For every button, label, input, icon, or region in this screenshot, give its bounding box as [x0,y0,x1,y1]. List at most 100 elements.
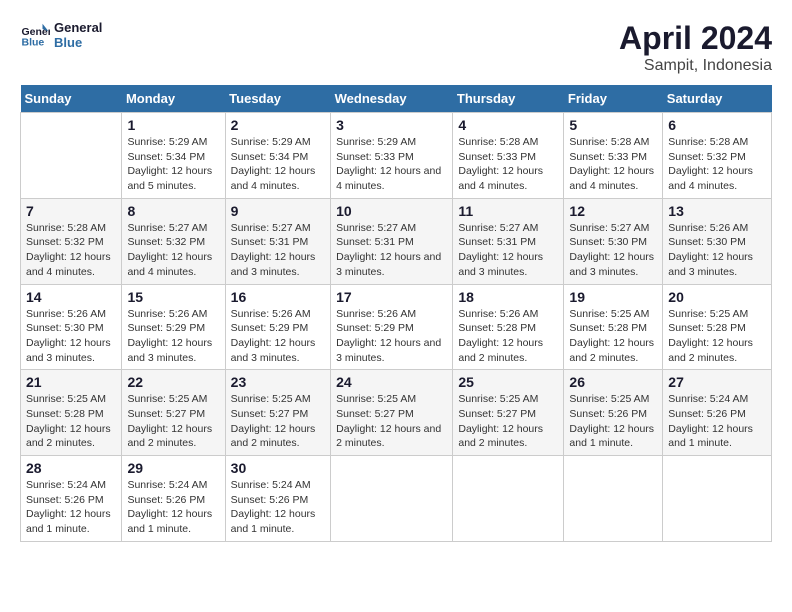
day-number: 6 [668,117,766,133]
day-info: Sunrise: 5:26 AM Sunset: 5:30 PM Dayligh… [26,307,116,366]
day-number: 2 [231,117,325,133]
day-number: 17 [336,289,447,305]
week-row-3: 14 Sunrise: 5:26 AM Sunset: 5:30 PM Dayli… [21,284,772,370]
week-row-4: 21 Sunrise: 5:25 AM Sunset: 5:28 PM Dayli… [21,370,772,456]
day-info: Sunrise: 5:25 AM Sunset: 5:28 PM Dayligh… [668,307,766,366]
day-number: 13 [668,203,766,219]
day-cell: 21 Sunrise: 5:25 AM Sunset: 5:28 PM Dayli… [21,370,122,456]
day-cell [564,456,663,542]
day-number: 8 [127,203,219,219]
day-info: Sunrise: 5:26 AM Sunset: 5:30 PM Dayligh… [668,221,766,280]
day-info: Sunrise: 5:27 AM Sunset: 5:32 PM Dayligh… [127,221,219,280]
day-number: 16 [231,289,325,305]
day-cell [21,113,122,199]
day-info: Sunrise: 5:27 AM Sunset: 5:31 PM Dayligh… [458,221,558,280]
day-number: 14 [26,289,116,305]
day-number: 29 [127,460,219,476]
day-number: 18 [458,289,558,305]
day-number: 22 [127,374,219,390]
day-number: 11 [458,203,558,219]
day-info: Sunrise: 5:24 AM Sunset: 5:26 PM Dayligh… [127,478,219,537]
column-header-tuesday: Tuesday [225,85,330,113]
week-row-2: 7 Sunrise: 5:28 AM Sunset: 5:32 PM Daylig… [21,198,772,284]
day-cell: 8 Sunrise: 5:27 AM Sunset: 5:32 PM Daylig… [122,198,225,284]
day-number: 19 [569,289,657,305]
day-number: 24 [336,374,447,390]
day-cell: 25 Sunrise: 5:25 AM Sunset: 5:27 PM Dayli… [453,370,564,456]
day-info: Sunrise: 5:25 AM Sunset: 5:27 PM Dayligh… [231,392,325,451]
day-cell: 29 Sunrise: 5:24 AM Sunset: 5:26 PM Dayli… [122,456,225,542]
day-cell: 20 Sunrise: 5:25 AM Sunset: 5:28 PM Dayli… [663,284,772,370]
day-cell: 19 Sunrise: 5:25 AM Sunset: 5:28 PM Dayli… [564,284,663,370]
day-cell: 12Sunrise: 5:27 AM Sunset: 5:30 PM Dayli… [564,198,663,284]
day-info: Sunrise: 5:26 AM Sunset: 5:29 PM Dayligh… [231,307,325,366]
logo: General Blue General Blue [20,20,102,50]
day-info: Sunrise: 5:28 AM Sunset: 5:33 PM Dayligh… [458,135,558,194]
day-number: 26 [569,374,657,390]
day-cell: 28 Sunrise: 5:24 AM Sunset: 5:26 PM Dayli… [21,456,122,542]
column-header-monday: Monday [122,85,225,113]
column-header-sunday: Sunday [21,85,122,113]
day-cell [331,456,453,542]
column-header-friday: Friday [564,85,663,113]
header-row: SundayMondayTuesdayWednesdayThursdayFrid… [21,85,772,113]
day-cell: 11 Sunrise: 5:27 AM Sunset: 5:31 PM Dayli… [453,198,564,284]
day-info: Sunrise: 5:24 AM Sunset: 5:26 PM Dayligh… [26,478,116,537]
day-number: 20 [668,289,766,305]
day-info: Sunrise: 5:24 AM Sunset: 5:26 PM Dayligh… [231,478,325,537]
day-cell: 9Sunrise: 5:27 AM Sunset: 5:31 PM Daylig… [225,198,330,284]
column-header-thursday: Thursday [453,85,564,113]
day-info: Sunrise: 5:25 AM Sunset: 5:27 PM Dayligh… [336,392,447,451]
day-info: Sunrise: 5:26 AM Sunset: 5:29 PM Dayligh… [127,307,219,366]
day-number: 5 [569,117,657,133]
day-info: Sunrise: 5:28 AM Sunset: 5:32 PM Dayligh… [668,135,766,194]
day-info: Sunrise: 5:25 AM Sunset: 5:28 PM Dayligh… [569,307,657,366]
column-header-saturday: Saturday [663,85,772,113]
day-cell: 7 Sunrise: 5:28 AM Sunset: 5:32 PM Daylig… [21,198,122,284]
day-number: 9 [231,203,325,219]
day-cell: 10Sunrise: 5:27 AM Sunset: 5:31 PM Dayli… [331,198,453,284]
day-number: 28 [26,460,116,476]
title-block: April 2024 Sampit, Indonesia [619,20,772,75]
day-cell: 3Sunrise: 5:29 AM Sunset: 5:33 PM Daylig… [331,113,453,199]
day-number: 27 [668,374,766,390]
day-number: 25 [458,374,558,390]
svg-text:Blue: Blue [22,37,45,49]
day-info: Sunrise: 5:28 AM Sunset: 5:33 PM Dayligh… [569,135,657,194]
day-info: Sunrise: 5:24 AM Sunset: 5:26 PM Dayligh… [668,392,766,451]
day-number: 7 [26,203,116,219]
day-number: 10 [336,203,447,219]
day-cell: 23 Sunrise: 5:25 AM Sunset: 5:27 PM Dayli… [225,370,330,456]
day-info: Sunrise: 5:25 AM Sunset: 5:27 PM Dayligh… [458,392,558,451]
day-cell: 15Sunrise: 5:26 AM Sunset: 5:29 PM Dayli… [122,284,225,370]
day-number: 23 [231,374,325,390]
day-cell: 5 Sunrise: 5:28 AM Sunset: 5:33 PM Daylig… [564,113,663,199]
subtitle: Sampit, Indonesia [619,57,772,75]
day-info: Sunrise: 5:29 AM Sunset: 5:33 PM Dayligh… [336,135,447,194]
day-cell: 17 Sunrise: 5:26 AM Sunset: 5:29 PM Dayli… [331,284,453,370]
week-row-5: 28 Sunrise: 5:24 AM Sunset: 5:26 PM Dayli… [21,456,772,542]
day-number: 12 [569,203,657,219]
day-info: Sunrise: 5:29 AM Sunset: 5:34 PM Dayligh… [127,135,219,194]
day-cell [663,456,772,542]
day-info: Sunrise: 5:26 AM Sunset: 5:29 PM Dayligh… [336,307,447,366]
day-info: Sunrise: 5:28 AM Sunset: 5:32 PM Dayligh… [26,221,116,280]
day-cell: 24 Sunrise: 5:25 AM Sunset: 5:27 PM Dayli… [331,370,453,456]
day-number: 4 [458,117,558,133]
main-title: April 2024 [619,20,772,57]
day-cell: 2 Sunrise: 5:29 AM Sunset: 5:34 PM Daylig… [225,113,330,199]
logo-icon: General Blue [20,20,50,50]
day-cell: 22Sunrise: 5:25 AM Sunset: 5:27 PM Dayli… [122,370,225,456]
page-header: General Blue General Blue April 2024 Sam… [20,20,772,75]
day-info: Sunrise: 5:26 AM Sunset: 5:28 PM Dayligh… [458,307,558,366]
calendar-table: SundayMondayTuesdayWednesdayThursdayFrid… [20,85,772,542]
day-info: Sunrise: 5:25 AM Sunset: 5:28 PM Dayligh… [26,392,116,451]
day-cell: 30Sunrise: 5:24 AM Sunset: 5:26 PM Dayli… [225,456,330,542]
day-cell: 27 Sunrise: 5:24 AM Sunset: 5:26 PM Dayli… [663,370,772,456]
logo-line1: General [54,20,102,35]
column-header-wednesday: Wednesday [331,85,453,113]
day-info: Sunrise: 5:29 AM Sunset: 5:34 PM Dayligh… [231,135,325,194]
day-info: Sunrise: 5:25 AM Sunset: 5:26 PM Dayligh… [569,392,657,451]
day-cell [453,456,564,542]
day-number: 21 [26,374,116,390]
